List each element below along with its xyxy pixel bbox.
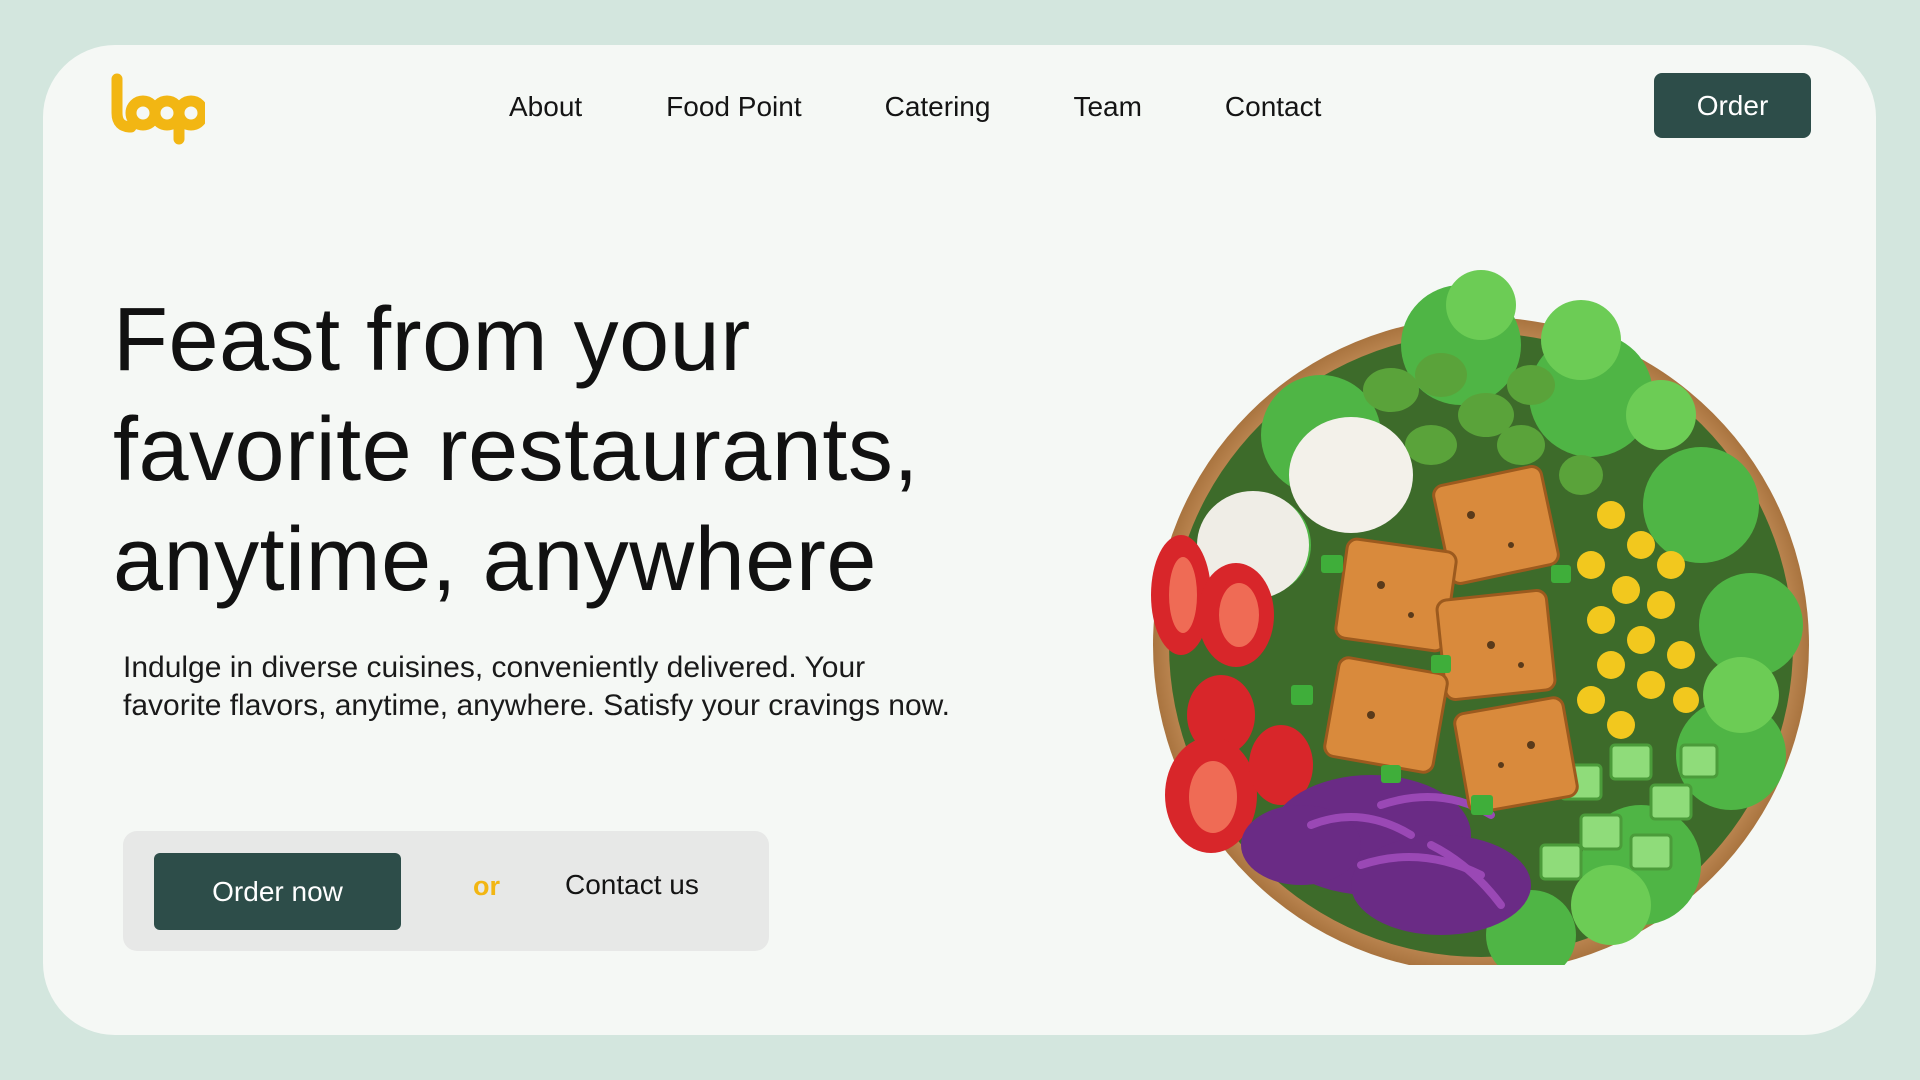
- hero-title-line: anytime, anywhere: [113, 510, 877, 610]
- hero-subtitle: Indulge in diverse cuisines, convenientl…: [123, 649, 1083, 725]
- nav-item-food-point[interactable]: Food Point: [666, 87, 801, 127]
- nav-item-catering[interactable]: Catering: [885, 87, 991, 127]
- hero-title: Feast from your favorite restaurants, an…: [113, 285, 1013, 615]
- hero-title-line: Feast from your: [113, 290, 751, 390]
- order-now-button[interactable]: Order now: [154, 853, 401, 930]
- page-card: loop About Food Point Catering Team Cont…: [43, 45, 1876, 1035]
- nav-item-team[interactable]: Team: [1073, 87, 1141, 127]
- contact-us-link[interactable]: Contact us: [565, 869, 699, 901]
- hero-subtitle-line: favorite flavors, anytime, anywhere. Sat…: [123, 689, 951, 722]
- order-button[interactable]: Order: [1654, 73, 1811, 138]
- nav-item-about[interactable]: About: [509, 87, 582, 127]
- hero-subtitle-line: Indulge in diverse cuisines, convenientl…: [123, 651, 866, 684]
- cta-panel: Order now or Contact us: [123, 831, 769, 951]
- loop-logo[interactable]: loop: [109, 73, 205, 145]
- hero-title-line: favorite restaurants,: [113, 400, 919, 500]
- cta-or-text: or: [473, 871, 500, 901]
- salad-bowl-image: [1151, 270, 1809, 965]
- nav-item-contact[interactable]: Contact: [1225, 87, 1322, 127]
- main-nav: About Food Point Catering Team Contact: [509, 87, 1321, 127]
